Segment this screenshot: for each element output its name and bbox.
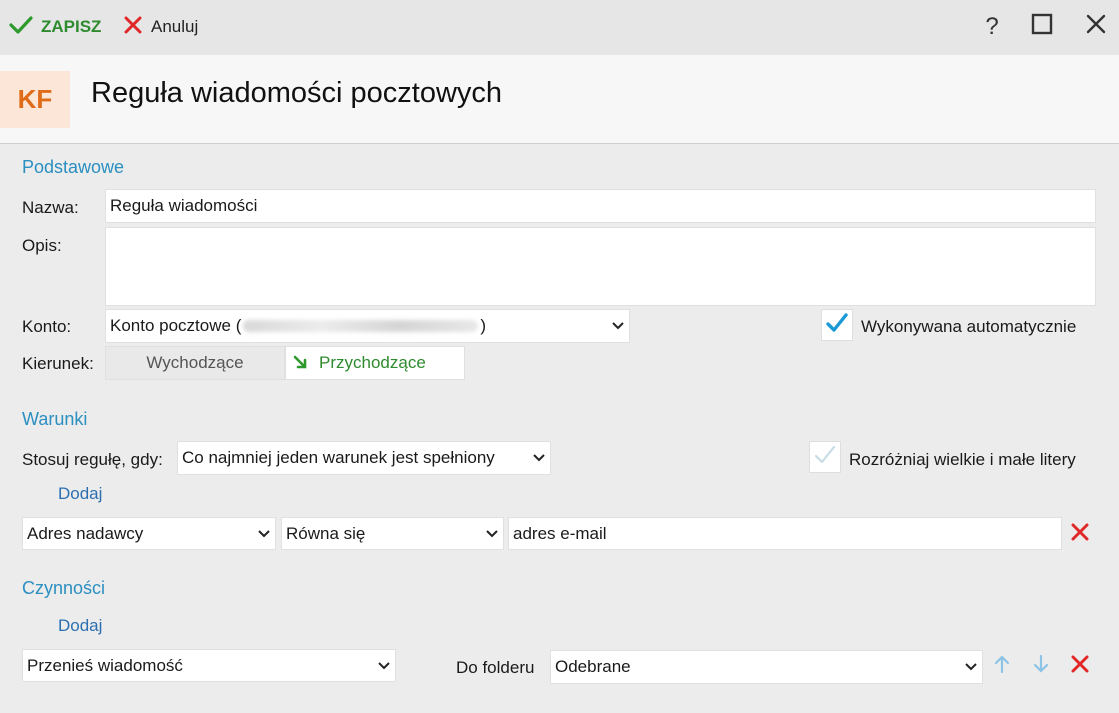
page-title: Reguła wiadomości pocztowych bbox=[91, 77, 503, 109]
condition-value-input[interactable]: adres e-mail bbox=[508, 517, 1062, 550]
account-suffix: ) bbox=[480, 316, 487, 335]
close-x-icon bbox=[123, 15, 143, 40]
add-condition-link[interactable]: Dodaj bbox=[58, 484, 102, 504]
delete-action-button[interactable] bbox=[1068, 654, 1092, 678]
direction-incoming-label: Przychodzące bbox=[319, 353, 426, 372]
delete-condition-button[interactable] bbox=[1068, 522, 1092, 546]
direction-label: Kierunek: bbox=[22, 354, 94, 373]
delete-icon bbox=[1070, 654, 1090, 679]
cancel-label: Anuluj bbox=[151, 17, 199, 36]
save-button[interactable]: ZAPISZ bbox=[9, 14, 101, 40]
action-select[interactable]: Przenieś wiadomość bbox=[22, 649, 396, 682]
chevron-down-icon bbox=[485, 527, 499, 541]
direction-outgoing-label: Wychodzące bbox=[146, 353, 244, 372]
account-email-redacted bbox=[243, 320, 479, 332]
move-up-button[interactable] bbox=[991, 654, 1013, 678]
chevron-down-icon bbox=[532, 451, 546, 465]
help-button[interactable]: ? bbox=[977, 12, 1007, 42]
section-conditions-title: Warunki bbox=[22, 409, 88, 429]
apply-rule-label: Stosuj regułę, gdy: bbox=[22, 450, 163, 469]
maximize-button[interactable] bbox=[1027, 12, 1057, 42]
checkmark-icon bbox=[9, 15, 33, 40]
chevron-down-icon bbox=[964, 660, 978, 674]
condition-value: adres e-mail bbox=[513, 523, 607, 543]
incoming-arrow-icon bbox=[292, 354, 310, 372]
description-field[interactable] bbox=[105, 227, 1096, 306]
close-icon bbox=[1085, 13, 1107, 42]
action-value: Przenieś wiadomość bbox=[27, 655, 183, 675]
help-icon: ? bbox=[985, 13, 999, 40]
description-label: Opis: bbox=[22, 236, 62, 255]
checkmark-icon bbox=[825, 312, 849, 339]
checkmark-faded-icon bbox=[813, 444, 837, 471]
add-action-link[interactable]: Dodaj bbox=[58, 616, 102, 636]
target-folder-label: Do folderu bbox=[456, 658, 535, 677]
page-header: KF Reguła wiadomości pocztowych bbox=[0, 55, 1119, 144]
name-value: Reguła wiadomości bbox=[110, 196, 258, 215]
account-prefix: Konto pocztowe ( bbox=[110, 316, 242, 335]
account-label: Konto: bbox=[22, 317, 72, 336]
name-field[interactable]: Reguła wiadomości bbox=[105, 189, 1096, 223]
account-value: Konto pocztowe ( ) bbox=[110, 316, 486, 336]
save-label: ZAPISZ bbox=[41, 17, 102, 36]
account-select[interactable]: Konto pocztowe ( ) bbox=[105, 309, 630, 343]
chevron-down-icon bbox=[377, 659, 391, 673]
toolbar: ZAPISZ Anuluj ? bbox=[0, 0, 1119, 55]
move-down-button[interactable] bbox=[1030, 654, 1052, 678]
delete-icon bbox=[1070, 522, 1090, 547]
case-sensitive-checkbox[interactable] bbox=[809, 441, 841, 473]
apply-rule-select[interactable]: Co najmniej jeden warunek jest spełniony bbox=[177, 441, 551, 475]
auto-execute-label: Wykonywana automatycznie bbox=[861, 317, 1077, 336]
arrow-down-icon bbox=[1033, 654, 1049, 679]
app-logo: KF bbox=[0, 71, 70, 128]
direction-toggle: Wychodzące Przychodzące bbox=[105, 346, 465, 380]
direction-outgoing-option[interactable]: Wychodzące bbox=[105, 346, 285, 380]
auto-execute-checkbox[interactable] bbox=[821, 309, 853, 341]
condition-operator-select[interactable]: Równa się bbox=[281, 517, 504, 550]
condition-field-value: Adres nadawcy bbox=[27, 523, 144, 543]
arrow-up-icon bbox=[994, 654, 1010, 679]
direction-incoming-option[interactable]: Przychodzące bbox=[285, 346, 465, 380]
section-actions-title: Czynności bbox=[22, 578, 106, 598]
target-folder-value: Odebrane bbox=[555, 657, 631, 676]
target-folder-select[interactable]: Odebrane bbox=[550, 650, 983, 684]
condition-operator-value: Równa się bbox=[286, 523, 366, 543]
close-button[interactable] bbox=[1081, 12, 1111, 42]
cancel-button[interactable]: Anuluj bbox=[123, 14, 198, 40]
case-sensitive-label: Rozróżniaj wielkie i małe litery bbox=[849, 450, 1076, 469]
section-basic-title: Podstawowe bbox=[22, 157, 125, 177]
apply-rule-value: Co najmniej jeden warunek jest spełniony bbox=[182, 448, 495, 467]
chevron-down-icon bbox=[611, 319, 625, 333]
chevron-down-icon bbox=[257, 527, 271, 541]
name-label: Nazwa: bbox=[22, 198, 79, 217]
condition-field-select[interactable]: Adres nadawcy bbox=[22, 517, 276, 550]
maximize-icon bbox=[1031, 13, 1053, 42]
